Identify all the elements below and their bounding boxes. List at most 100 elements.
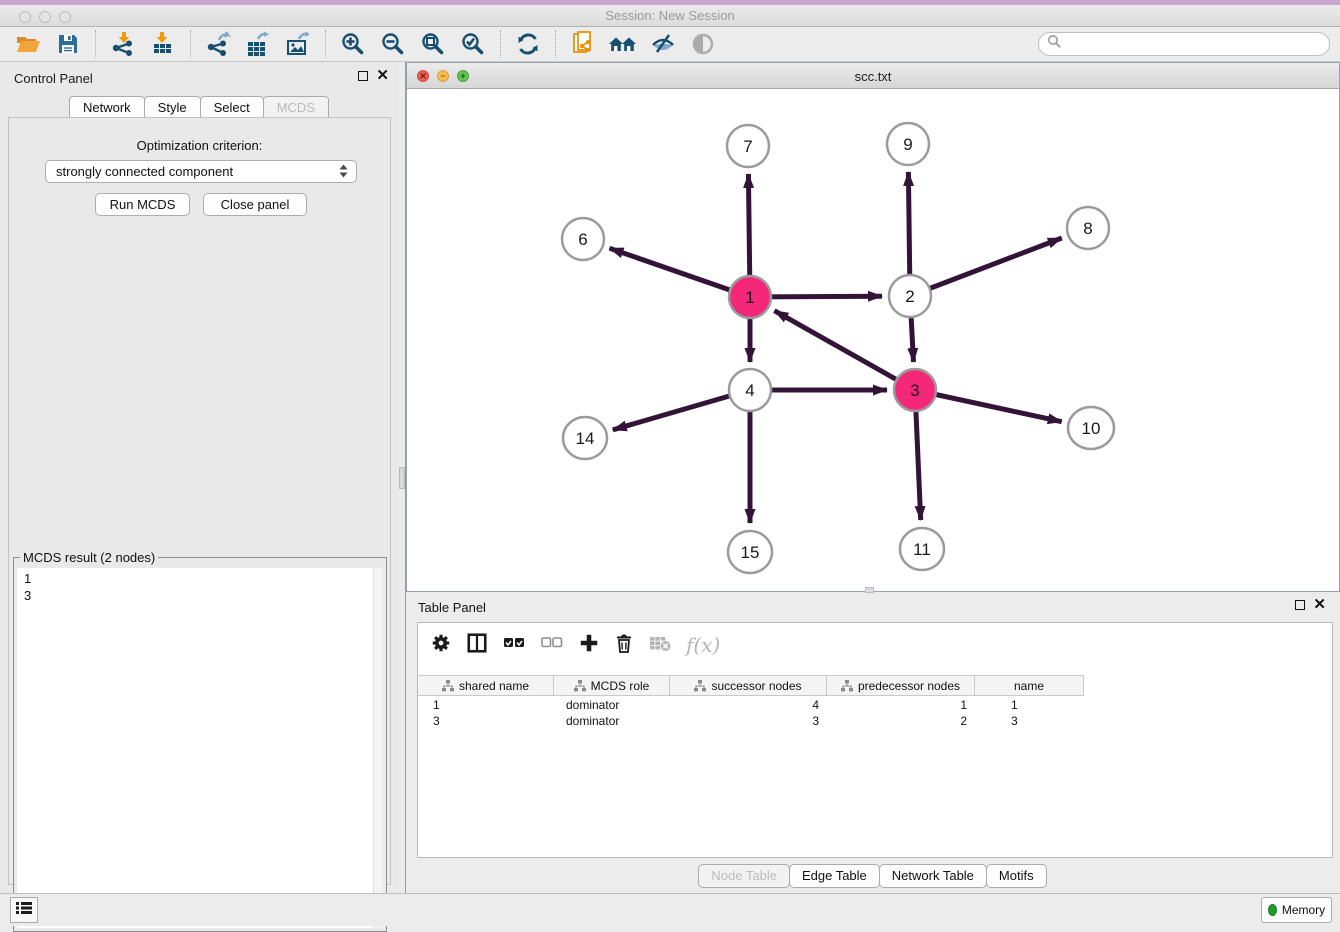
node-table-container: f(x) shared name MCDS role successor nodes… [417,622,1333,858]
refresh-icon[interactable] [513,29,543,59]
memory-button[interactable]: Memory [1261,897,1332,923]
deselect-all-icon[interactable] [540,633,564,658]
horizontal-splitter-handle[interactable] [865,587,874,593]
table-cell[interactable]: 1 [418,698,554,712]
main-toolbar [0,27,1340,62]
edge-1-6[interactable] [610,248,751,297]
tab-node-table[interactable]: Node Table [698,864,790,888]
network-from-file-icon[interactable] [568,29,598,59]
optimization-criterion-label: Optimization criterion: [9,138,390,153]
column-header-name[interactable]: name [975,676,1084,695]
table-cell[interactable]: 3 [670,714,827,728]
task-list-button[interactable] [10,897,38,923]
table-cell[interactable]: 1 [827,698,975,712]
close-table-panel-icon[interactable]: ✕ [1313,600,1326,610]
export-image-icon[interactable] [283,29,313,59]
table-row[interactable]: 3dominator323 [418,713,1332,729]
column-header-predecessor-nodes[interactable]: predecessor nodes [827,676,975,695]
gear-icon[interactable] [430,632,452,659]
run-mcds-button[interactable]: Run MCDS [95,193,190,216]
table-rows: 1dominator4113dominator323 [418,697,1332,729]
accent-strip [0,0,1340,5]
tree-column-icon [841,680,853,692]
memory-status-icon [1268,904,1277,916]
import-network-icon[interactable] [108,29,138,59]
table-header-row: shared name MCDS role successor nodesprede… [418,675,1084,696]
mcds-result-list[interactable]: 1 3 [17,568,383,928]
table-cell[interactable]: 2 [827,714,975,728]
import-table-icon[interactable] [148,29,178,59]
function-icon: f(x) [686,633,720,657]
tab-motifs[interactable]: Motifs [986,864,1047,888]
float-panel-icon[interactable] [358,71,368,81]
node-11[interactable]: 11 [900,528,944,570]
add-icon[interactable] [578,632,600,659]
edge-3-1[interactable] [774,311,915,390]
edge-2-8[interactable] [910,238,1062,296]
tab-network-table[interactable]: Network Table [879,864,987,888]
node-6[interactable]: 6 [562,218,604,260]
split-panel-icon[interactable] [466,632,488,659]
node-2[interactable]: 2 [889,275,931,317]
node-4[interactable]: 4 [729,369,771,411]
app-title: Session: New Session [0,8,1340,23]
open-session-icon[interactable] [13,29,43,59]
zoom-in-icon[interactable] [338,29,368,59]
criterion-select[interactable]: strongly connected component [45,160,357,183]
table-row[interactable]: 1dominator411 [418,697,1332,713]
edge-3-10[interactable] [915,390,1062,422]
table-cell[interactable]: 3 [975,714,1084,728]
export-table-icon[interactable] [243,29,273,59]
network-window-titlebar[interactable]: ✕ − + scc.txt [407,63,1339,89]
tree-column-icon [694,680,706,692]
table-cell[interactable]: dominator [554,698,670,712]
table-cell[interactable]: 3 [418,714,554,728]
splitter-handle[interactable] [399,467,405,489]
column-header-label: MCDS role [591,679,650,693]
node-10[interactable]: 10 [1068,407,1114,449]
node-label-6: 6 [578,230,587,249]
float-table-panel-icon[interactable] [1295,600,1305,610]
zoom-fit-icon[interactable] [418,29,448,59]
export-network-icon[interactable] [203,29,233,59]
node-3[interactable]: 3 [894,369,936,411]
node-9[interactable]: 9 [887,123,929,165]
network-graph[interactable]: 1 2 3 4 6 7 8 9 10 11 14 15 [407,89,1339,591]
node-label-7: 7 [743,137,752,156]
column-header-shared-name[interactable]: shared name [418,676,554,695]
table-cell[interactable]: 1 [975,698,1084,712]
node-7[interactable]: 7 [727,125,769,167]
node-1[interactable]: 1 [729,276,771,318]
delete-table-icon [648,633,672,658]
close-panel-icon[interactable]: ✕ [376,71,389,81]
app-titlebar: Session: New Session [0,0,1340,27]
result-scrollbar[interactable] [373,568,383,928]
toolbar-separator [500,30,501,58]
node-label-1: 1 [745,288,754,307]
save-session-icon[interactable] [53,29,83,59]
search-input[interactable] [1038,32,1330,56]
node-8[interactable]: 8 [1067,207,1109,249]
list-icon [16,901,32,920]
vertical-splitter[interactable] [399,62,406,893]
zoom-out-icon[interactable] [378,29,408,59]
toolbar-separator [555,30,556,58]
column-header-successor-nodes[interactable]: successor nodes [670,676,827,695]
tree-column-icon [574,680,586,692]
table-cell[interactable]: 4 [670,698,827,712]
zoom-selected-icon[interactable] [458,29,488,59]
hide-details-icon[interactable] [648,29,678,59]
select-all-icon[interactable] [502,633,526,658]
table-cell[interactable]: dominator [554,714,670,728]
column-header-MCDS-role[interactable]: MCDS role [554,676,670,695]
table-tabs: Node TableEdge TableNetwork TableMotifs [406,864,1340,888]
table-panel-title: Table Panel [418,600,486,615]
delete-icon[interactable] [614,632,634,659]
node-15[interactable]: 15 [728,531,772,573]
eye-disabled-icon [688,29,718,59]
home-icon[interactable] [608,29,638,59]
close-panel-button[interactable]: Close panel [203,193,307,216]
tab-edge-table[interactable]: Edge Table [789,864,880,888]
node-label-2: 2 [905,287,914,306]
node-14[interactable]: 14 [563,417,607,459]
